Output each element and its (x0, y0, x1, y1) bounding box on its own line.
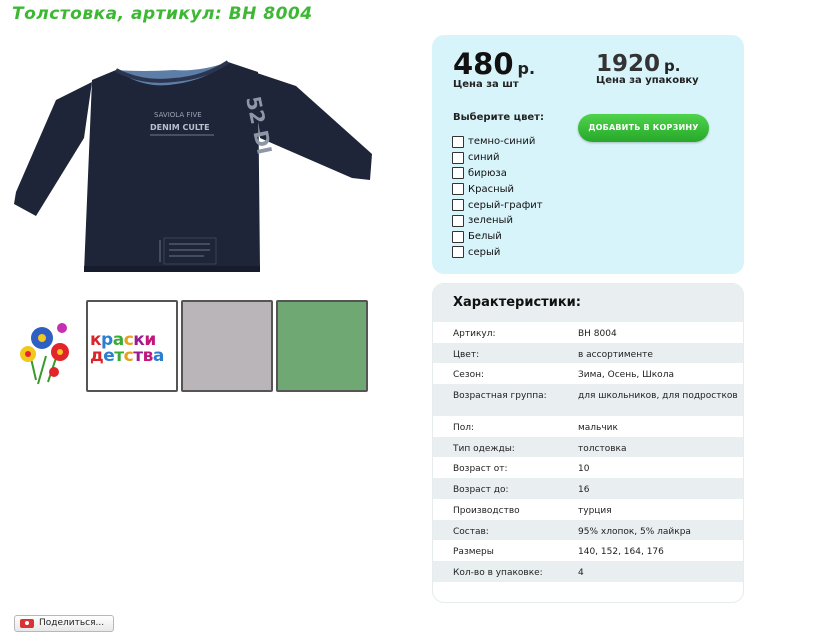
color-option[interactable]: темно-синий (452, 134, 543, 150)
specifications-panel: Характеристики: Артикул: BH 8004 Цвет: в а… (432, 283, 744, 603)
specifications-table: Артикул: BH 8004 Цвет: в ассортименте Сезо… (433, 322, 743, 582)
spec-value: 10 (578, 464, 590, 475)
spec-value: BH 8004 (578, 329, 617, 339)
thumbnail-brand[interactable]: краски детства (86, 300, 178, 392)
spec-key: Возрастная группа: (453, 391, 547, 402)
color-checkbox[interactable] (452, 230, 464, 243)
spec-row: Тип одежды: толстовка (433, 436, 743, 458)
spec-key: Возраст до: (453, 485, 509, 496)
color-option-label: серый-графит (468, 199, 543, 211)
spec-row: Возрастная группа: для школьников, для по… (433, 384, 743, 417)
pack-price-label: Цена за упаковку (596, 75, 699, 86)
spec-row: Кол-во в упаковке: 4 (433, 560, 743, 582)
page-title: Толстовка, артикул: BH 8004 (12, 4, 313, 24)
print-text-1: SAVIOLA FIVE (154, 111, 202, 119)
spec-key: Размеры (453, 547, 494, 558)
spec-value: толстовка (578, 443, 627, 454)
spec-row: Артикул: BH 8004 (433, 322, 743, 343)
spec-row: Производство турция (433, 499, 743, 520)
unit-price-currency: р. (517, 59, 536, 78)
color-checkbox[interactable] (452, 167, 464, 180)
color-checkbox[interactable] (452, 214, 464, 227)
spec-key: Цвет: (453, 349, 480, 360)
spec-key: Артикул: (453, 329, 496, 339)
share-button[interactable]: Поделиться... (14, 615, 114, 632)
color-option[interactable]: серый (452, 245, 543, 261)
spec-value: для школьников, для подростков (578, 391, 738, 402)
spec-row: Состав: 95% хлопок, 5% лайкра (433, 519, 743, 541)
color-option[interactable]: серый-графит (452, 197, 543, 213)
color-select-title: Выберите цвет: (453, 112, 544, 123)
brand-logo-flowers[interactable] (18, 316, 74, 388)
color-option-label: темно-синий (468, 136, 536, 148)
spec-key: Тип одежды: (453, 443, 515, 454)
share-label: Поделиться... (39, 618, 105, 628)
spec-value: 95% хлопок, 5% лайкра (578, 526, 691, 537)
color-checkbox[interactable] (452, 151, 464, 164)
price-panel: 480 р. Цена за шт 1920 р. Цена за упаковку… (432, 35, 744, 274)
share-icon (20, 619, 34, 628)
color-option[interactable]: зеленый (452, 213, 543, 229)
thumbnail-gray[interactable] (181, 300, 273, 392)
color-option[interactable]: синий (452, 150, 543, 166)
spec-value: 4 (578, 567, 584, 578)
pack-price-currency: р. (664, 57, 681, 75)
color-checkbox[interactable] (452, 246, 464, 259)
unit-price: 480 р. Цена за шт (453, 47, 535, 90)
color-option-label: серый (468, 246, 501, 258)
spec-value: Зима, Осень, Школа (578, 370, 674, 381)
spec-key: Сезон: (453, 370, 485, 381)
specifications-title: Характеристики: (433, 284, 743, 322)
pack-price: 1920 р. Цена за упаковку (596, 51, 699, 86)
spec-row: Возраст до: 16 (433, 478, 743, 499)
color-option-label: зеленый (468, 215, 513, 227)
unit-price-value: 480 (453, 47, 514, 81)
color-checkbox[interactable] (452, 135, 464, 148)
spec-row: Возраст от: 10 (433, 457, 743, 478)
color-checkbox[interactable] (452, 183, 464, 196)
color-options: темно-синий синий бирюза Красный серый-г… (452, 134, 543, 260)
spec-key: Кол-во в упаковке: (453, 567, 543, 578)
color-option-label: бирюза (468, 167, 507, 179)
spec-key: Производство (453, 505, 520, 516)
spec-key: Пол: (453, 423, 475, 434)
color-option[interactable]: бирюза (452, 166, 543, 182)
print-text-2: DENIM CULTE (150, 123, 210, 132)
thumbnail-green[interactable] (276, 300, 368, 392)
color-option-label: Красный (468, 183, 515, 195)
add-to-cart-button[interactable]: ДОБАВИТЬ В КОРЗИНУ (578, 114, 709, 142)
spec-key: Состав: (453, 526, 489, 537)
pack-price-value: 1920 (596, 51, 661, 77)
spec-value: турция (578, 505, 612, 516)
spec-value: 140, 152, 164, 176 (578, 547, 664, 558)
spec-key: Возраст от: (453, 464, 508, 475)
spec-value: 16 (578, 485, 590, 496)
spec-row: Пол: мальчик (433, 416, 743, 437)
color-option-label: Белый (468, 231, 502, 243)
spec-row: Сезон: Зима, Осень, Школа (433, 363, 743, 384)
spec-row: Цвет: в ассортименте (433, 342, 743, 364)
spec-row: Размеры 140, 152, 164, 176 (433, 540, 743, 561)
brand-line-2: детства (90, 346, 164, 366)
spec-value: мальчик (578, 423, 618, 434)
color-option-label: синий (468, 152, 500, 164)
color-checkbox[interactable] (452, 199, 464, 212)
spec-value: в ассортименте (578, 349, 653, 360)
color-option[interactable]: Белый (452, 229, 543, 245)
color-option[interactable]: Красный (452, 181, 543, 197)
product-photo[interactable]: SAVIOLA FIVE DENIM CULTE 52 DI (14, 40, 376, 288)
